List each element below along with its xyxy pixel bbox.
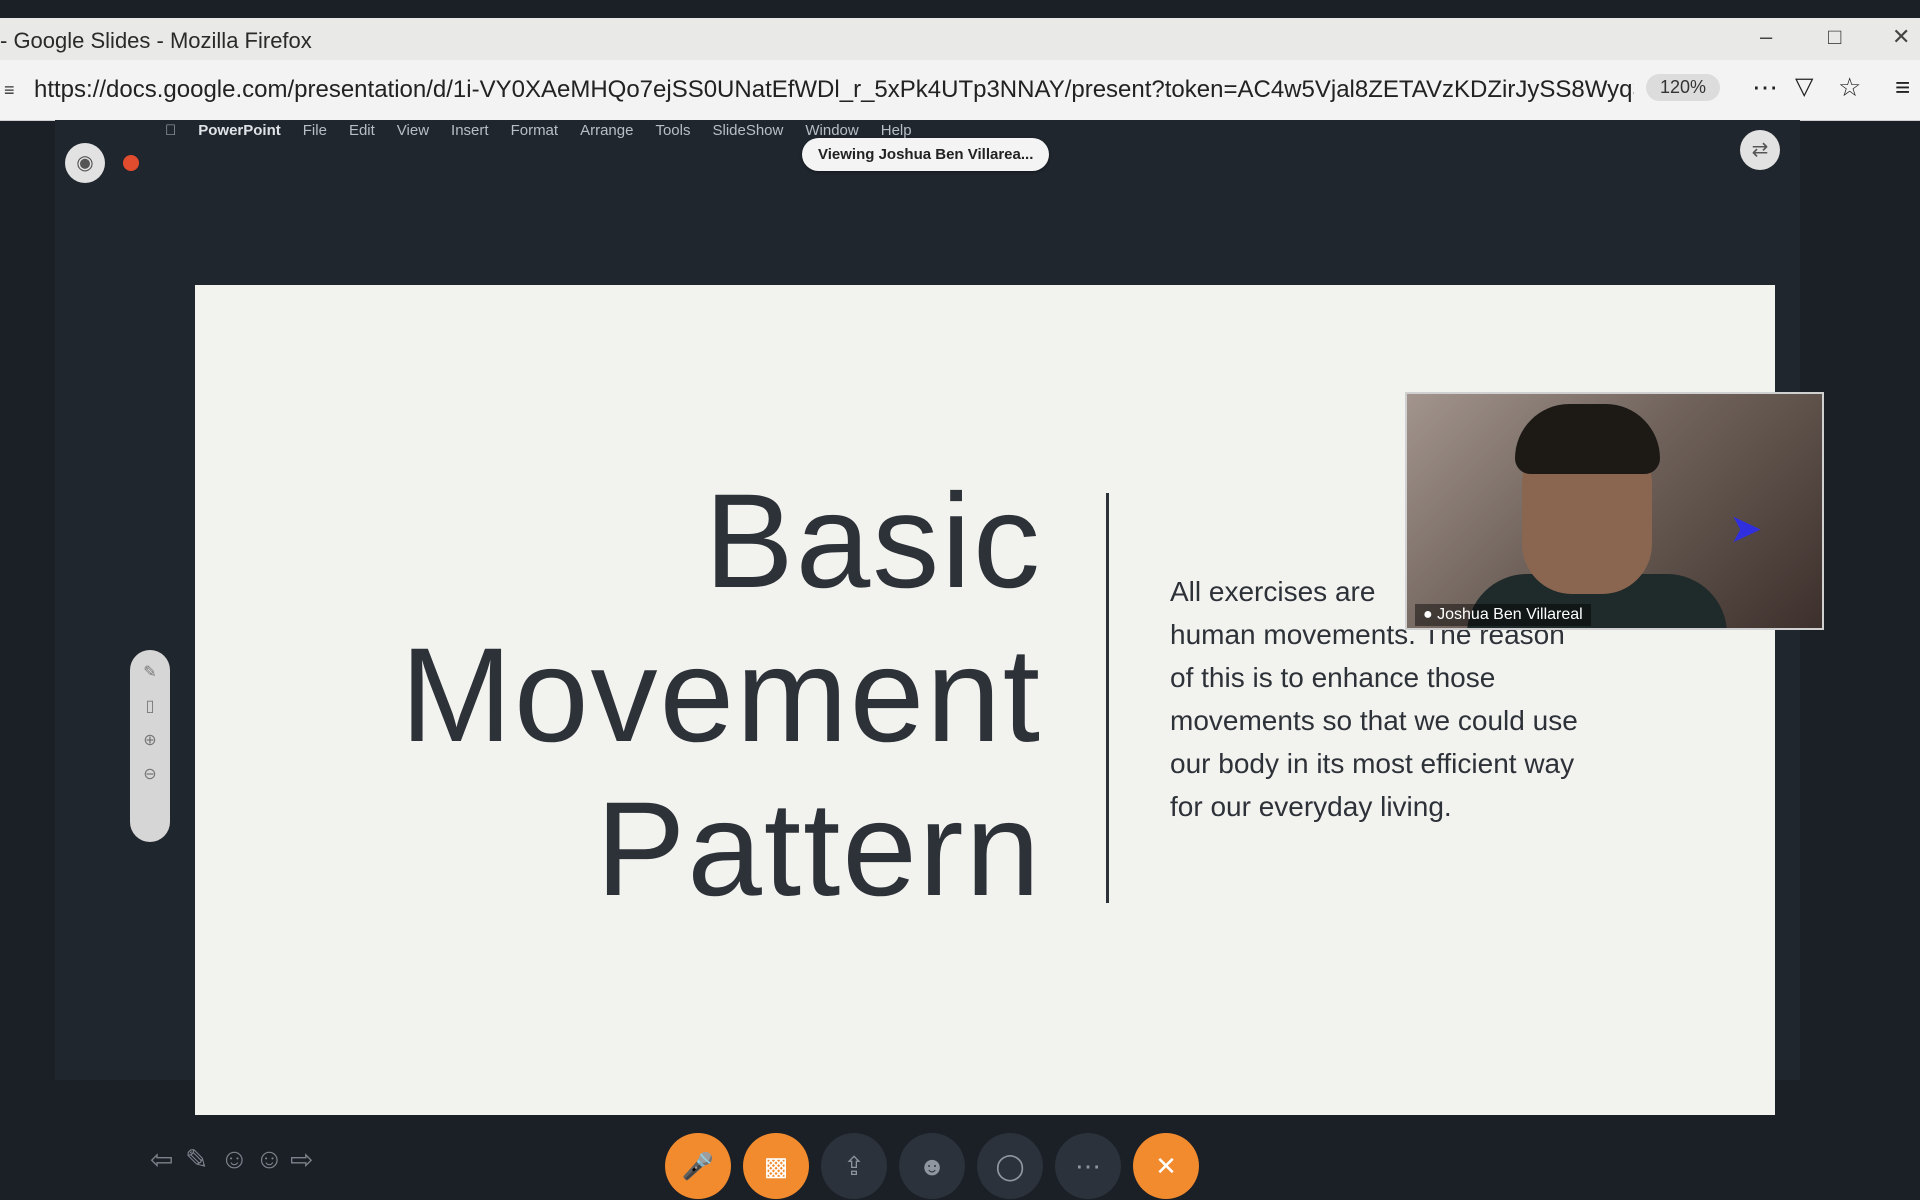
share-screen-button[interactable]: ⇪	[821, 1133, 887, 1199]
settings-icon[interactable]: ◉	[65, 143, 105, 183]
slide-body-line: our body in its most efficient way	[1170, 748, 1575, 779]
video-hair	[1515, 404, 1660, 474]
menu-item-slideshow: SlideShow	[701, 122, 783, 139]
more-options-button[interactable]: ⋯	[1055, 1133, 1121, 1199]
meeting-window:  PowerPoint File Edit View Insert Forma…	[55, 120, 1824, 1199]
annotation-toolbar: ✎ ▯ ⊕ ⊖	[130, 650, 170, 842]
recording-indicator-icon	[123, 155, 139, 171]
pen-icon[interactable]: ✎	[185, 1143, 208, 1176]
menu-item-format: Format	[499, 122, 559, 139]
shared-app-menubar:  PowerPoint File Edit View Insert Forma…	[165, 122, 912, 144]
window-titlebar: - Google Slides - Mozilla Firefox – □ ✕	[0, 18, 1920, 61]
window-title: - Google Slides - Mozilla Firefox	[0, 28, 312, 53]
slide-body-line: of this is to enhance those	[1170, 662, 1496, 693]
camera-off-icon: ▩	[763, 1151, 789, 1181]
minimize-icon[interactable]: –	[1760, 24, 1772, 50]
emoji-icon[interactable]: ☺	[220, 1143, 249, 1175]
ellipsis-icon: ⋯	[1075, 1151, 1101, 1181]
participant-video-tile[interactable]: ➤ ● Joshua Ben Villareal	[1405, 392, 1824, 630]
close-icon: ✕	[1155, 1151, 1177, 1181]
menu-item-arrange: Arrange	[568, 122, 633, 139]
zoom-out-icon[interactable]: ⊖	[143, 764, 156, 784]
audio-icon: ●	[1423, 606, 1433, 623]
menu-item-view: View	[385, 122, 429, 139]
apple-icon: 	[165, 122, 176, 144]
bookmark-star-icon[interactable]: ☆	[1838, 72, 1861, 103]
menu-item-file: File	[291, 122, 327, 139]
url-field[interactable]: https://docs.google.com/presentation/d/1…	[34, 76, 1634, 104]
zoom-level-badge[interactable]: 120%	[1646, 74, 1721, 101]
participant-name-label: ● Joshua Ben Villareal	[1415, 604, 1591, 626]
participants-icon: ☻	[918, 1151, 946, 1181]
viewing-badge: Viewing Joshua Ben Villarea...	[802, 138, 1050, 171]
next-arrow-icon[interactable]: ⇨	[290, 1143, 313, 1176]
reaction-icon[interactable]: ☺	[255, 1143, 284, 1175]
meeting-controls: ⇦ ✎ ☺ ☺ ⇨ 🎤 ▩ ⇪ ☻ ◯ ⋯ ✕	[55, 1125, 1800, 1200]
maximize-icon[interactable]: □	[1828, 24, 1841, 50]
site-info-icon[interactable]: ≡	[4, 80, 15, 101]
more-actions-icon[interactable]: ⋯	[1752, 72, 1778, 103]
slide-title-line: Pattern	[595, 775, 1042, 924]
remote-cursor-icon: ➤	[1729, 507, 1763, 551]
share-icon: ⇪	[843, 1151, 865, 1181]
slide-title: Basic Movement Pattern	[400, 465, 1042, 927]
hamburger-menu-icon[interactable]: ≡	[1895, 72, 1910, 103]
slide-title-line: Basic	[704, 467, 1042, 616]
menu-item-insert: Insert	[439, 122, 489, 139]
slide-divider	[1106, 493, 1109, 903]
address-bar: ≡ https://docs.google.com/presentation/d…	[0, 60, 1920, 121]
participant-name: Joshua Ben Villareal	[1437, 606, 1583, 623]
menu-item-edit: Edit	[337, 122, 375, 139]
leave-meeting-button[interactable]: ✕	[1133, 1133, 1199, 1199]
slide-title-line: Movement	[400, 621, 1042, 770]
mute-microphone-button[interactable]: 🎤	[665, 1133, 731, 1199]
pocket-icon[interactable]: ▽	[1795, 72, 1813, 101]
slide-body-line: for our everyday living.	[1170, 791, 1452, 822]
previous-arrow-icon[interactable]: ⇦	[150, 1143, 173, 1176]
chat-icon: ◯	[995, 1151, 1025, 1181]
expand-view-icon[interactable]: ⇄	[1740, 130, 1780, 170]
zoom-in-icon[interactable]: ⊕	[143, 730, 156, 750]
slide-body-line: movements so that we could use	[1170, 705, 1578, 736]
menu-item-tools: Tools	[644, 122, 690, 139]
microphone-off-icon: 🎤	[681, 1151, 715, 1181]
close-icon[interactable]: ✕	[1892, 24, 1910, 50]
eraser-icon[interactable]: ▯	[146, 696, 155, 716]
menu-item-app: PowerPoint	[187, 122, 281, 139]
chat-button[interactable]: ◯	[977, 1133, 1043, 1199]
stop-video-button[interactable]: ▩	[743, 1133, 809, 1199]
draw-icon[interactable]: ✎	[143, 662, 156, 682]
participants-button[interactable]: ☻	[899, 1133, 965, 1199]
